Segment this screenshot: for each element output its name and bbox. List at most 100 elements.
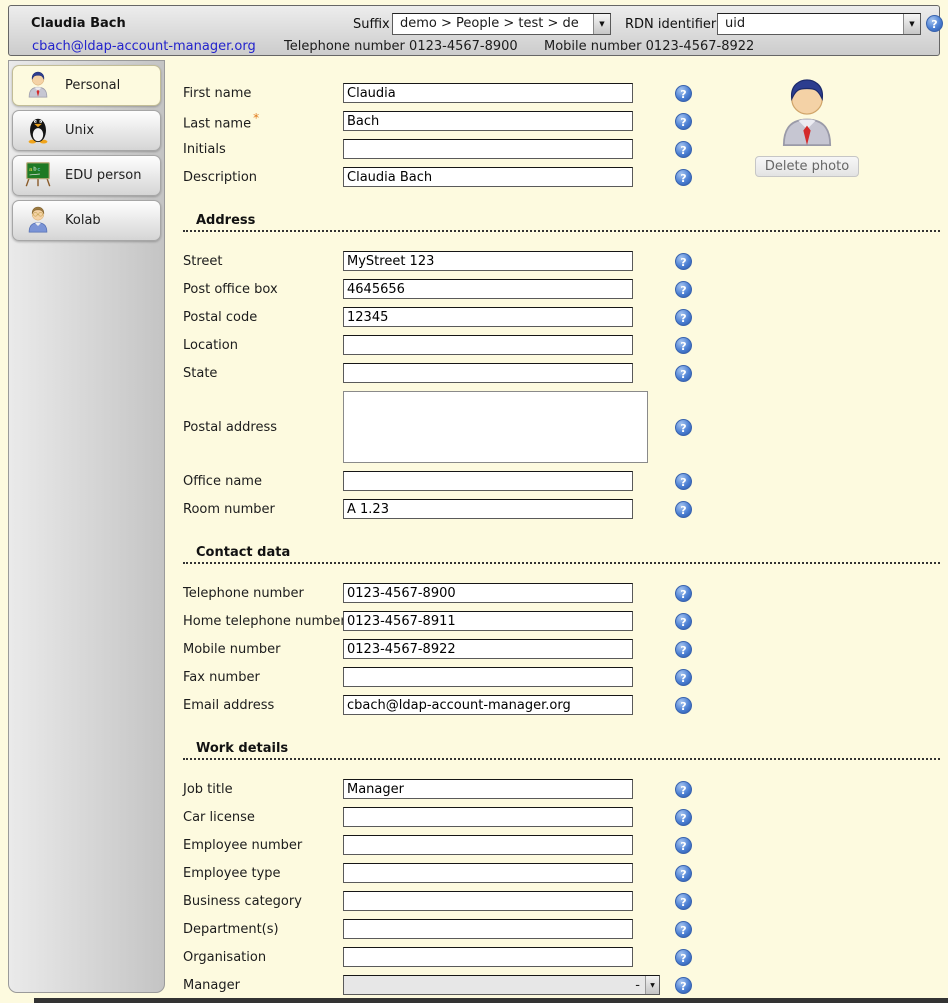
help-icon[interactable]: ? bbox=[675, 781, 692, 798]
delete-photo-button[interactable]: Delete photo bbox=[755, 156, 859, 177]
rdn-identifier-select[interactable]: uid ▼ bbox=[717, 13, 921, 35]
photo-panel: Delete photo bbox=[750, 72, 864, 177]
location-input[interactable] bbox=[343, 335, 633, 355]
initials-label: Initials bbox=[183, 142, 343, 157]
help-icon[interactable]: ? bbox=[675, 837, 692, 854]
tab-edu-person[interactable]: a b c EDU person bbox=[12, 155, 161, 196]
mobile-number-input[interactable] bbox=[343, 639, 633, 659]
help-icon[interactable]: ? bbox=[675, 85, 692, 102]
employee-type-label: Employee type bbox=[183, 866, 343, 881]
help-icon[interactable]: ? bbox=[675, 613, 692, 630]
form-row-postal-code: Postal code? bbox=[165, 307, 948, 327]
post-office-box-input[interactable] bbox=[343, 279, 633, 299]
manager-select[interactable]: -▼ bbox=[343, 975, 660, 995]
business-category-input[interactable] bbox=[343, 891, 633, 911]
person-icon bbox=[23, 69, 53, 103]
chevron-down-icon: ▼ bbox=[593, 14, 610, 34]
postal-address-label: Postal address bbox=[183, 420, 343, 435]
help-icon[interactable]: ? bbox=[675, 141, 692, 158]
help-icon[interactable]: ? bbox=[675, 113, 692, 130]
help-icon[interactable]: ? bbox=[675, 501, 692, 518]
help-icon[interactable]: ? bbox=[675, 281, 692, 298]
help-icon[interactable]: ? bbox=[675, 893, 692, 910]
account-title: Claudia Bach bbox=[31, 16, 126, 31]
initials-input[interactable] bbox=[343, 139, 633, 159]
description-input[interactable] bbox=[343, 167, 633, 187]
help-icon[interactable]: ? bbox=[675, 169, 692, 186]
last-name-input[interactable] bbox=[343, 111, 633, 131]
help-icon[interactable]: ? bbox=[675, 365, 692, 382]
header-bar: Claudia Bach Suffix demo > People > test… bbox=[8, 5, 940, 56]
tab-personal-label: Personal bbox=[65, 78, 120, 93]
fax-number-label: Fax number bbox=[183, 670, 343, 685]
form-row-mobile-number: Mobile number? bbox=[165, 639, 948, 659]
help-icon[interactable]: ? bbox=[675, 669, 692, 686]
mobile-summary-value: 0123-4567-8922 bbox=[646, 39, 755, 54]
help-icon[interactable]: ? bbox=[675, 641, 692, 658]
car-license-input[interactable] bbox=[343, 807, 633, 827]
postal-address-textarea[interactable] bbox=[343, 391, 648, 463]
tab-edu-person-label: EDU person bbox=[65, 168, 141, 183]
help-icon[interactable]: ? bbox=[675, 865, 692, 882]
section-header-contact-data: Contact data bbox=[183, 545, 940, 564]
chevron-down-icon: ▼ bbox=[903, 14, 920, 34]
job-title-input[interactable] bbox=[343, 779, 633, 799]
home-telephone-number-label: Home telephone number bbox=[183, 614, 343, 629]
telephone-number-input[interactable] bbox=[343, 583, 633, 603]
help-icon[interactable]: ? bbox=[675, 253, 692, 270]
form-row-manager: Manager-▼? bbox=[165, 975, 948, 995]
postal-code-input[interactable] bbox=[343, 307, 633, 327]
tab-personal[interactable]: Personal bbox=[12, 65, 161, 106]
room-number-input[interactable] bbox=[343, 499, 633, 519]
form-row-postal-address: Postal address? bbox=[165, 391, 948, 463]
job-title-label: Job title bbox=[183, 782, 343, 797]
business-category-label: Business category bbox=[183, 894, 343, 909]
email-address-input[interactable] bbox=[343, 695, 633, 715]
email-address-label: Email address bbox=[183, 698, 343, 713]
state-label: State bbox=[183, 366, 343, 381]
help-icon[interactable]: ? bbox=[675, 585, 692, 602]
help-icon[interactable]: ? bbox=[675, 473, 692, 490]
telephone-summary: Telephone number 0123-4567-8900 bbox=[284, 39, 518, 54]
tab-unix[interactable]: Unix bbox=[12, 110, 161, 151]
help-icon[interactable]: ? bbox=[675, 419, 692, 436]
section-header-work-details: Work details bbox=[183, 741, 940, 760]
tab-kolab-label: Kolab bbox=[65, 213, 101, 228]
home-telephone-number-input[interactable] bbox=[343, 611, 633, 631]
form-row-business-category: Business category? bbox=[165, 891, 948, 911]
email-link[interactable]: cbach@ldap-account-manager.org bbox=[32, 39, 256, 54]
form-row-location: Location? bbox=[165, 335, 948, 355]
fax-number-input[interactable] bbox=[343, 667, 633, 687]
state-input[interactable] bbox=[343, 363, 633, 383]
employee-number-input[interactable] bbox=[343, 835, 633, 855]
help-icon[interactable]: ? bbox=[675, 977, 692, 994]
first-name-input[interactable] bbox=[343, 83, 633, 103]
telephone-summary-label: Telephone number bbox=[284, 39, 405, 54]
department-s-input[interactable] bbox=[343, 919, 633, 939]
employee-type-input[interactable] bbox=[343, 863, 633, 883]
help-icon[interactable]: ? bbox=[675, 337, 692, 354]
form-row-home-telephone-number: Home telephone number? bbox=[165, 611, 948, 631]
help-icon[interactable]: ? bbox=[675, 309, 692, 326]
help-icon[interactable]: ? bbox=[675, 921, 692, 938]
office-name-input[interactable] bbox=[343, 471, 633, 491]
help-icon[interactable]: ? bbox=[675, 949, 692, 966]
module-sidebar: Personal Unix a b c bbox=[8, 60, 165, 993]
suffix-select[interactable]: demo > People > test > de ▼ bbox=[392, 13, 611, 35]
mobile-summary: Mobile number 0123-4567-8922 bbox=[544, 39, 754, 54]
rdn-select-value: uid bbox=[718, 14, 903, 34]
help-icon[interactable]: ? bbox=[926, 15, 943, 32]
manager-select-value: - bbox=[344, 978, 645, 993]
form-row-employee-type: Employee type? bbox=[165, 863, 948, 883]
street-input[interactable] bbox=[343, 251, 633, 271]
form-row-street: Street? bbox=[165, 251, 948, 271]
tab-kolab[interactable]: Kolab bbox=[12, 200, 161, 241]
help-icon[interactable]: ? bbox=[675, 697, 692, 714]
organisation-input[interactable] bbox=[343, 947, 633, 967]
tux-icon bbox=[23, 114, 53, 148]
mobile-number-label: Mobile number bbox=[183, 642, 343, 657]
help-icon[interactable]: ? bbox=[675, 809, 692, 826]
form-row-room-number: Room number? bbox=[165, 499, 948, 519]
svg-text:b: b bbox=[33, 166, 36, 172]
form-row-organisation: Organisation? bbox=[165, 947, 948, 967]
